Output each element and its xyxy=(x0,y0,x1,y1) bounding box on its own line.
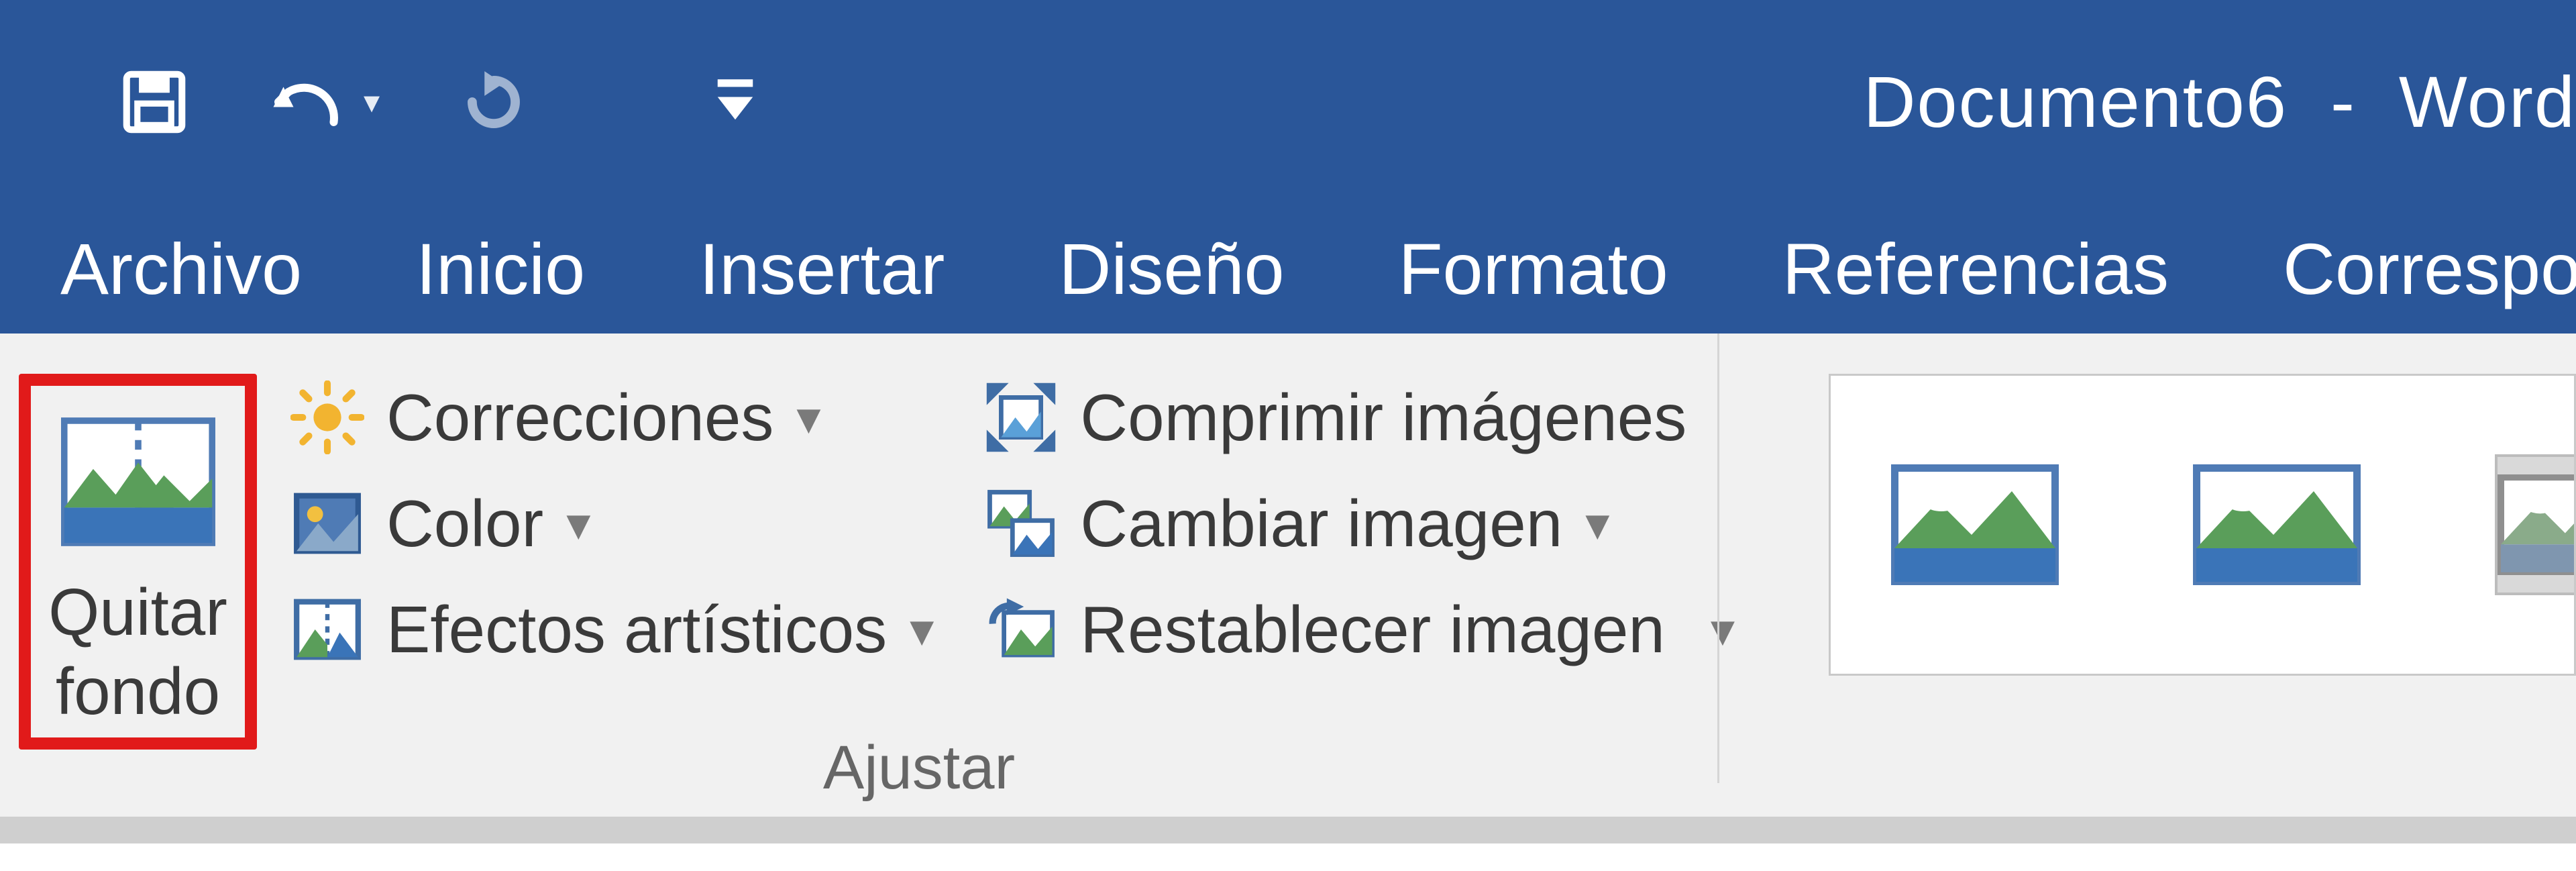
undo-button[interactable] xyxy=(268,62,349,142)
adjust-group-label: Ajustar xyxy=(792,733,1046,803)
tab-home[interactable]: Inicio xyxy=(416,227,585,311)
remove-background-button[interactable]: Quitar fondo xyxy=(19,374,257,750)
style-thumb-3-selected[interactable] xyxy=(2495,454,2576,595)
reset-picture-button[interactable]: Restablecer imagen ▾ xyxy=(981,586,1735,673)
picture-color-icon xyxy=(287,483,368,564)
color-button[interactable]: Color ▾ xyxy=(287,480,934,567)
change-picture-caret-icon: ▾ xyxy=(1585,495,1609,552)
style-thumb-2[interactable] xyxy=(2193,454,2361,595)
document-name: Documento6 xyxy=(1864,61,2288,142)
color-caret-icon: ▾ xyxy=(566,495,590,552)
artistic-effects-button[interactable]: Efectos artísticos ▾ xyxy=(287,586,934,673)
change-picture-button[interactable]: Cambiar imagen ▾ xyxy=(981,480,1735,567)
corrections-caret-icon: ▾ xyxy=(796,389,820,446)
reset-picture-icon xyxy=(981,589,1061,670)
undo-icon xyxy=(268,65,349,139)
window-title: Documento6 - Word xyxy=(1864,60,2576,144)
style-thumb-1[interactable] xyxy=(1891,454,2059,595)
ribbon-bottom-border xyxy=(0,817,2576,843)
compress-pictures-button[interactable]: Comprimir imágenes xyxy=(981,374,1735,461)
customize-qat-button[interactable] xyxy=(695,62,775,142)
brightness-icon xyxy=(287,377,368,458)
tab-insert[interactable]: Insertar xyxy=(699,227,945,311)
app-name: Word xyxy=(2399,61,2576,142)
title-bar: ▾ Documento6 - Word xyxy=(0,0,2576,203)
artistic-effects-icon xyxy=(287,589,368,670)
reset-picture-label: Restablecer imagen xyxy=(1080,592,1665,668)
tab-format[interactable]: Formato xyxy=(1399,227,1668,311)
redo-icon xyxy=(457,65,531,139)
quick-access-toolbar: ▾ xyxy=(114,62,775,142)
remove-background-label: Quitar fondo xyxy=(48,572,227,731)
ribbon-tabs: Archivo Inicio Insertar Diseño Formato R… xyxy=(0,203,2576,334)
adjust-column-2: Comprimir imágenes Cambiar imagen ▾ xyxy=(981,374,1735,673)
tab-design[interactable]: Diseño xyxy=(1059,227,1284,311)
reset-picture-caret-icon: ▾ xyxy=(1711,601,1735,658)
tab-file[interactable]: Archivo xyxy=(60,227,302,311)
change-picture-icon xyxy=(981,483,1061,564)
title-separator: - xyxy=(2330,61,2356,142)
color-label: Color xyxy=(386,486,543,562)
adjust-column-1: Correcciones ▾ Color ▾ xyxy=(287,374,934,673)
remove-background-icon xyxy=(61,405,215,559)
tab-references[interactable]: Referencias xyxy=(1782,227,2169,311)
customize-qat-icon xyxy=(715,75,755,129)
corrections-label: Correcciones xyxy=(386,380,773,456)
picture-styles-gallery[interactable] xyxy=(1829,374,2576,676)
redo-button[interactable] xyxy=(453,62,534,142)
ribbon: Quitar fondo Correcciones ▾ xyxy=(0,334,2576,843)
artistic-effects-label: Efectos artísticos xyxy=(386,592,887,668)
corrections-button[interactable]: Correcciones ▾ xyxy=(287,374,934,461)
group-separator xyxy=(1717,334,1719,783)
save-button[interactable] xyxy=(114,62,195,142)
undo-dropdown-caret-icon[interactable]: ▾ xyxy=(364,83,380,121)
save-icon xyxy=(117,65,191,139)
compress-icon xyxy=(981,377,1061,458)
artistic-effects-caret-icon: ▾ xyxy=(910,601,934,658)
compress-label: Comprimir imágenes xyxy=(1080,380,1686,456)
change-picture-label: Cambiar imagen xyxy=(1080,486,1562,562)
tab-mailings[interactable]: Corresponden xyxy=(2283,227,2576,311)
